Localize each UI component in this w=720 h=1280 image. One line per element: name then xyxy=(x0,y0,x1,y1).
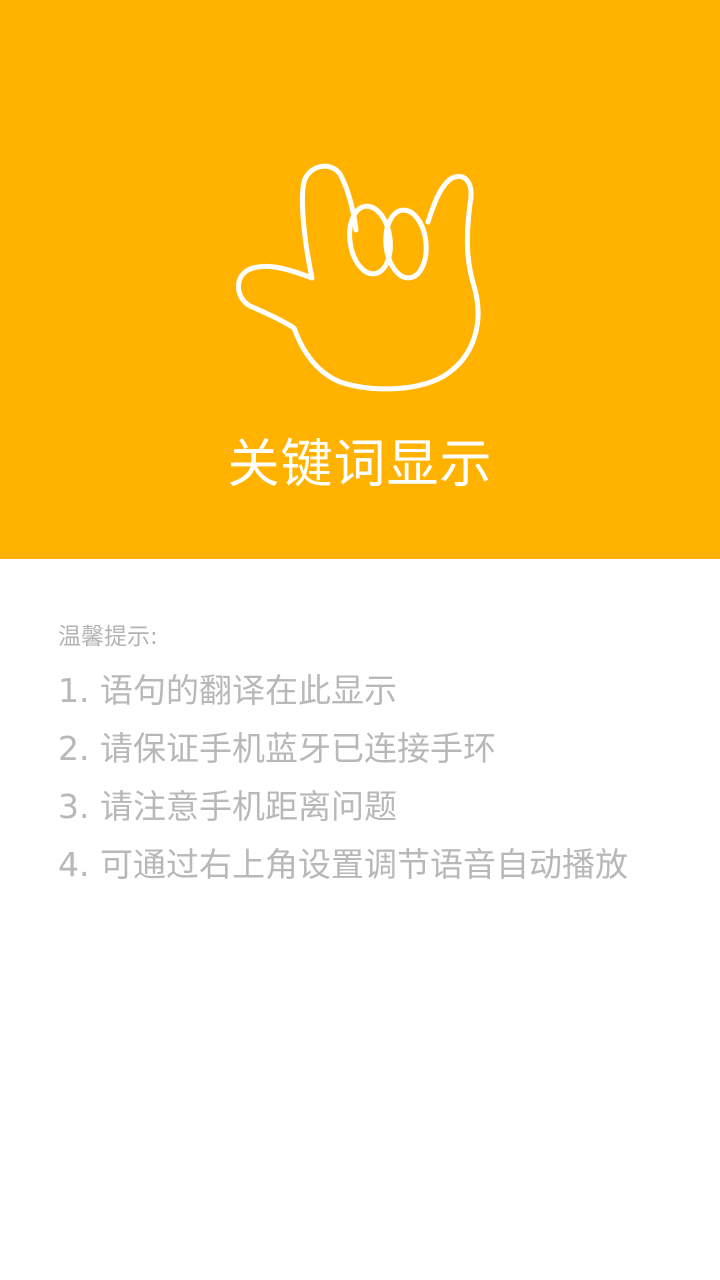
tip-item: 1. 语句的翻译在此显示 xyxy=(58,671,397,710)
tip-item: 4. 可通过右上角设置调节语音自动播放 xyxy=(58,845,628,884)
tip-item: 2. 请保证手机蓝牙已连接手环 xyxy=(58,729,496,768)
header-banner: 关键词显示 xyxy=(0,0,720,559)
hand-gesture-icon xyxy=(236,163,481,392)
tips-section: 温馨提示: 1. 语句的翻译在此显示 2. 请保证手机蓝牙已连接手环 3. 请注… xyxy=(58,620,698,894)
tip-item: 3. 请注意手机距离问题 xyxy=(58,787,397,826)
tips-heading: 温馨提示: xyxy=(58,624,158,650)
page-title: 关键词显示 xyxy=(227,435,493,495)
